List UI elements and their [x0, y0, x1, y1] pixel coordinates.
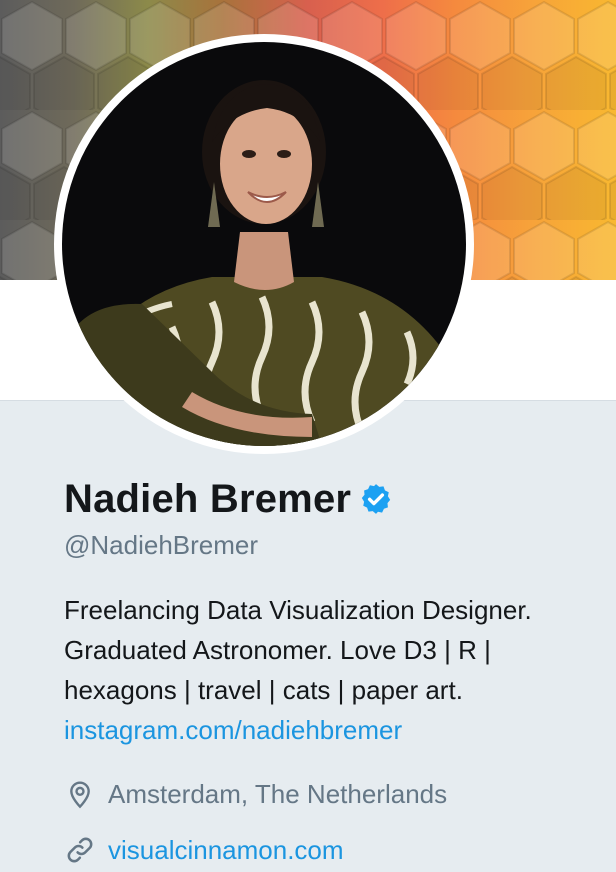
verified-badge-icon[interactable] [359, 482, 393, 516]
website-link[interactable]: visualcinnamon.com [108, 835, 344, 866]
profile-bio: Freelancing Data Visualization Designer.… [64, 590, 584, 750]
avatar-photo [62, 42, 466, 446]
profile-website: visualcinnamon.com [64, 834, 344, 866]
map-pin-icon [70, 781, 90, 809]
bio-line: Freelancing Data Visualization Designer. [64, 595, 532, 625]
location-text: Amsterdam, The Netherlands [108, 778, 448, 809]
link-icon [67, 837, 93, 863]
profile-handle[interactable]: @NadiehBremer [64, 530, 258, 561]
bio-instagram-link[interactable]: instagram.com/nadiehbremer [64, 710, 584, 750]
bio-line: Graduated Astronomer. Love D3 | R | [64, 635, 491, 665]
bio-line: hexagons | travel | cats | paper art. [64, 675, 463, 705]
profile-name[interactable]: Nadieh Bremer [64, 477, 351, 522]
profile-location: Amsterdam, The Netherlands [64, 778, 447, 810]
profile-name-row: Nadieh Bremer [64, 474, 393, 524]
avatar[interactable] [62, 42, 466, 446]
